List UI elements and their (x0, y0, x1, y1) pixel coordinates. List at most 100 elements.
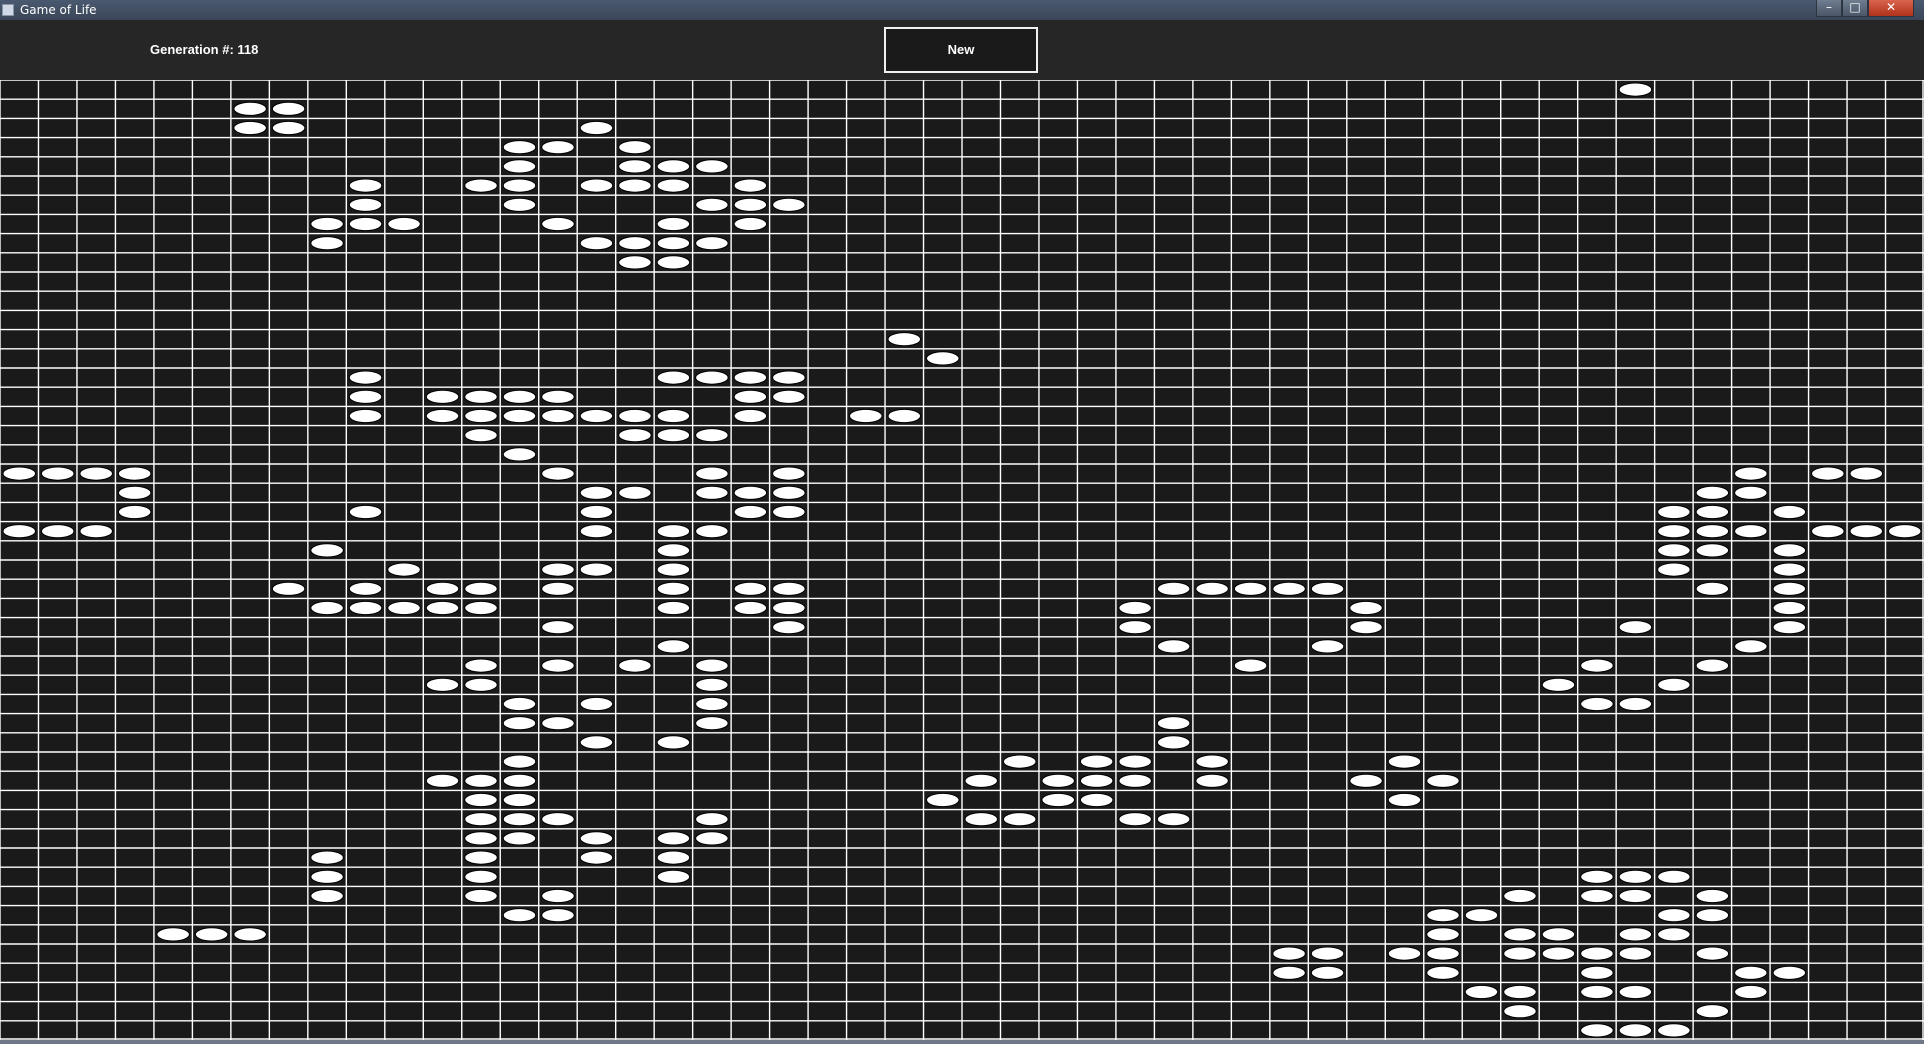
live-cell[interactable] (1464, 908, 1499, 923)
live-cell[interactable] (695, 466, 729, 481)
live-cell[interactable] (1503, 984, 1537, 1000)
live-cell[interactable] (1618, 1023, 1653, 1038)
live-cell[interactable] (1079, 773, 1114, 788)
live-cell[interactable] (733, 197, 768, 212)
live-cell[interactable] (464, 869, 498, 884)
live-cell[interactable] (348, 178, 383, 193)
live-cell[interactable] (502, 812, 537, 827)
live-cell[interactable] (348, 370, 383, 385)
live-cell[interactable] (2, 466, 36, 481)
live-cell[interactable] (464, 850, 498, 865)
live-cell[interactable] (618, 159, 652, 174)
live-cell[interactable] (1618, 984, 1653, 1000)
live-cell[interactable] (1657, 543, 1691, 558)
live-cell[interactable] (618, 255, 652, 270)
live-cell[interactable] (695, 677, 729, 692)
live-cell[interactable] (579, 696, 614, 712)
live-cell[interactable] (656, 869, 691, 884)
live-cell[interactable] (618, 485, 652, 500)
live-cell[interactable] (464, 178, 498, 193)
live-cell[interactable] (1349, 600, 1383, 616)
live-cell[interactable] (233, 927, 267, 942)
live-cell[interactable] (425, 600, 460, 616)
live-cell[interactable] (541, 466, 575, 481)
live-cell[interactable] (1118, 773, 1152, 788)
live-cell[interactable] (348, 581, 383, 596)
live-cell[interactable] (695, 370, 729, 385)
live-cell[interactable] (1657, 869, 1691, 884)
live-cell[interactable] (233, 120, 267, 136)
live-cell[interactable] (1618, 888, 1653, 904)
live-cell[interactable] (541, 888, 575, 904)
live-cell[interactable] (579, 408, 614, 424)
live-cell[interactable] (310, 236, 344, 251)
live-cell[interactable] (733, 600, 768, 616)
live-cell[interactable] (695, 485, 729, 500)
live-cell[interactable] (1041, 792, 1075, 808)
live-cell[interactable] (849, 408, 883, 424)
live-cell[interactable] (1811, 524, 1845, 539)
live-cell[interactable] (1849, 466, 1884, 481)
live-cell[interactable] (1118, 600, 1152, 616)
live-cell[interactable] (1426, 927, 1460, 942)
live-cell[interactable] (117, 504, 152, 520)
live-cell[interactable] (887, 332, 922, 347)
live-cell[interactable] (1464, 984, 1499, 1000)
live-cell[interactable] (1618, 696, 1653, 712)
live-cell[interactable] (733, 485, 768, 500)
live-cell[interactable] (1695, 524, 1730, 539)
live-cell[interactable] (502, 792, 537, 808)
live-cell[interactable] (656, 581, 691, 596)
live-cell[interactable] (733, 408, 768, 424)
live-cell[interactable] (1734, 639, 1768, 654)
live-cell[interactable] (1426, 946, 1460, 961)
live-cell[interactable] (1580, 869, 1614, 884)
life-board[interactable] (0, 80, 1924, 1040)
live-cell[interactable] (1233, 581, 1268, 596)
live-cell[interactable] (656, 408, 691, 424)
live-cell[interactable] (1734, 524, 1768, 539)
live-cell[interactable] (579, 562, 614, 577)
live-cell[interactable] (695, 159, 729, 174)
live-cell[interactable] (1695, 908, 1730, 923)
live-cell[interactable] (79, 524, 113, 539)
live-cell[interactable] (541, 216, 575, 232)
live-cell[interactable] (656, 850, 691, 865)
live-cell[interactable] (464, 812, 498, 827)
live-cell[interactable] (1002, 812, 1037, 827)
live-cell[interactable] (464, 581, 498, 596)
live-cell[interactable] (464, 888, 498, 904)
live-cell[interactable] (1079, 792, 1114, 808)
live-cell[interactable] (656, 600, 691, 616)
live-cell[interactable] (1734, 965, 1768, 980)
live-cell[interactable] (464, 428, 498, 443)
live-cell[interactable] (964, 773, 998, 788)
live-cell[interactable] (1734, 485, 1768, 500)
live-cell[interactable] (541, 408, 575, 424)
live-cell[interactable] (1618, 82, 1653, 97)
live-cell[interactable] (310, 850, 344, 865)
live-cell[interactable] (1156, 735, 1191, 750)
live-cell[interactable] (695, 197, 729, 212)
live-cell[interactable] (541, 581, 575, 596)
live-cell[interactable] (502, 178, 537, 193)
live-cell[interactable] (541, 812, 575, 827)
live-cell[interactable] (1580, 965, 1614, 980)
live-cell[interactable] (271, 120, 306, 136)
live-cell[interactable] (40, 466, 75, 481)
live-cell[interactable] (656, 428, 691, 443)
live-cell[interactable] (541, 140, 575, 155)
live-cell[interactable] (1426, 965, 1460, 980)
live-cell[interactable] (1695, 543, 1730, 558)
live-cell[interactable] (618, 658, 652, 673)
live-cell[interactable] (579, 504, 614, 520)
live-cell[interactable] (502, 408, 537, 424)
live-cell[interactable] (1503, 946, 1537, 961)
live-cell[interactable] (964, 812, 998, 827)
live-cell[interactable] (1580, 946, 1614, 961)
live-cell[interactable] (502, 716, 537, 731)
live-cell[interactable] (1580, 658, 1614, 673)
live-cell[interactable] (194, 927, 229, 942)
live-cell[interactable] (1695, 485, 1730, 500)
live-cell[interactable] (1772, 620, 1807, 635)
